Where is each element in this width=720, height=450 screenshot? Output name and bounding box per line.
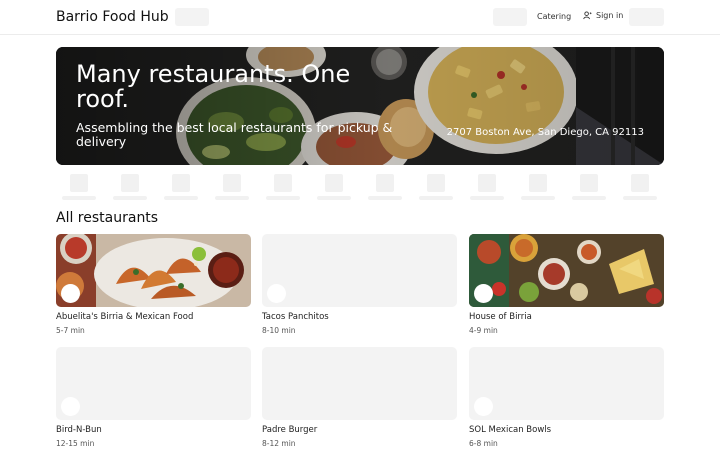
category-item[interactable] [368, 174, 402, 202]
category-item[interactable] [419, 174, 453, 202]
restaurant-image [56, 234, 251, 307]
restaurant-logo [474, 397, 493, 416]
restaurant-card[interactable]: SOL Mexican Bowls 6-8 min [469, 347, 664, 450]
restaurant-image [262, 234, 457, 307]
hero-title: Many restaurants. One roof. [76, 60, 351, 113]
location-selector[interactable] [175, 8, 209, 26]
restaurant-time: 5-7 min [56, 326, 85, 335]
sign-in-label: Sign in [596, 11, 624, 20]
category-item[interactable] [62, 174, 96, 202]
hero-banner: Many restaurants. One roof. Assembling t… [56, 47, 664, 165]
restaurant-card[interactable]: Tacos Panchitos 8-10 min [262, 234, 457, 344]
restaurant-card[interactable]: Padre Burger 8-12 min [262, 347, 457, 450]
hero-subtitle: Assembling the best local restaurants fo… [76, 120, 393, 149]
brand-name[interactable]: Barrio Food Hub [56, 9, 169, 25]
restaurant-logo [61, 284, 80, 303]
top-header: Barrio Food Hub Catering Sign in [0, 0, 720, 35]
category-item[interactable] [572, 174, 606, 202]
restaurant-card[interactable]: Bird-N-Bun 12-15 min [56, 347, 251, 450]
restaurant-name: Tacos Panchitos [262, 312, 329, 322]
category-item[interactable] [164, 174, 198, 202]
menu-button[interactable] [629, 8, 664, 26]
category-item[interactable] [266, 174, 300, 202]
category-item[interactable] [113, 174, 147, 202]
category-item[interactable] [623, 174, 657, 202]
restaurant-logo [474, 284, 493, 303]
category-item[interactable] [215, 174, 249, 202]
category-item[interactable] [317, 174, 351, 202]
restaurant-name: SOL Mexican Bowls [469, 425, 552, 435]
restaurant-time: 8-12 min [262, 439, 296, 448]
restaurant-name: Padre Burger [262, 425, 318, 435]
category-item[interactable] [470, 174, 504, 202]
restaurant-card[interactable]: Abuelita's Birria & Mexican Food 5-7 min [56, 234, 251, 344]
restaurant-image [469, 347, 664, 420]
restaurant-time: 4-9 min [469, 326, 498, 335]
category-strip [62, 174, 662, 204]
restaurant-image [56, 347, 251, 420]
restaurant-logo [267, 284, 286, 303]
restaurant-name: Abuelita's Birria & Mexican Food [56, 312, 194, 322]
restaurant-image [262, 347, 457, 420]
restaurant-logo [61, 397, 80, 416]
restaurant-time: 6-8 min [469, 439, 498, 448]
restaurant-time: 12-15 min [56, 439, 95, 448]
sign-in-button[interactable]: Sign in [583, 11, 623, 20]
restaurant-card[interactable]: House of Birria 4-9 min [469, 234, 664, 344]
restaurant-time: 8-10 min [262, 326, 296, 335]
section-title: All restaurants [56, 210, 159, 226]
restaurant-image [469, 234, 664, 307]
user-icon [583, 11, 592, 20]
restaurant-name: House of Birria [469, 312, 532, 322]
category-item[interactable] [521, 174, 555, 202]
cart-button[interactable] [493, 8, 527, 26]
catering-link[interactable]: Catering [537, 12, 571, 21]
restaurant-name: Bird-N-Bun [56, 425, 102, 435]
hero-address: 2707 Boston Ave, San Diego, CA 92113 [446, 127, 644, 138]
